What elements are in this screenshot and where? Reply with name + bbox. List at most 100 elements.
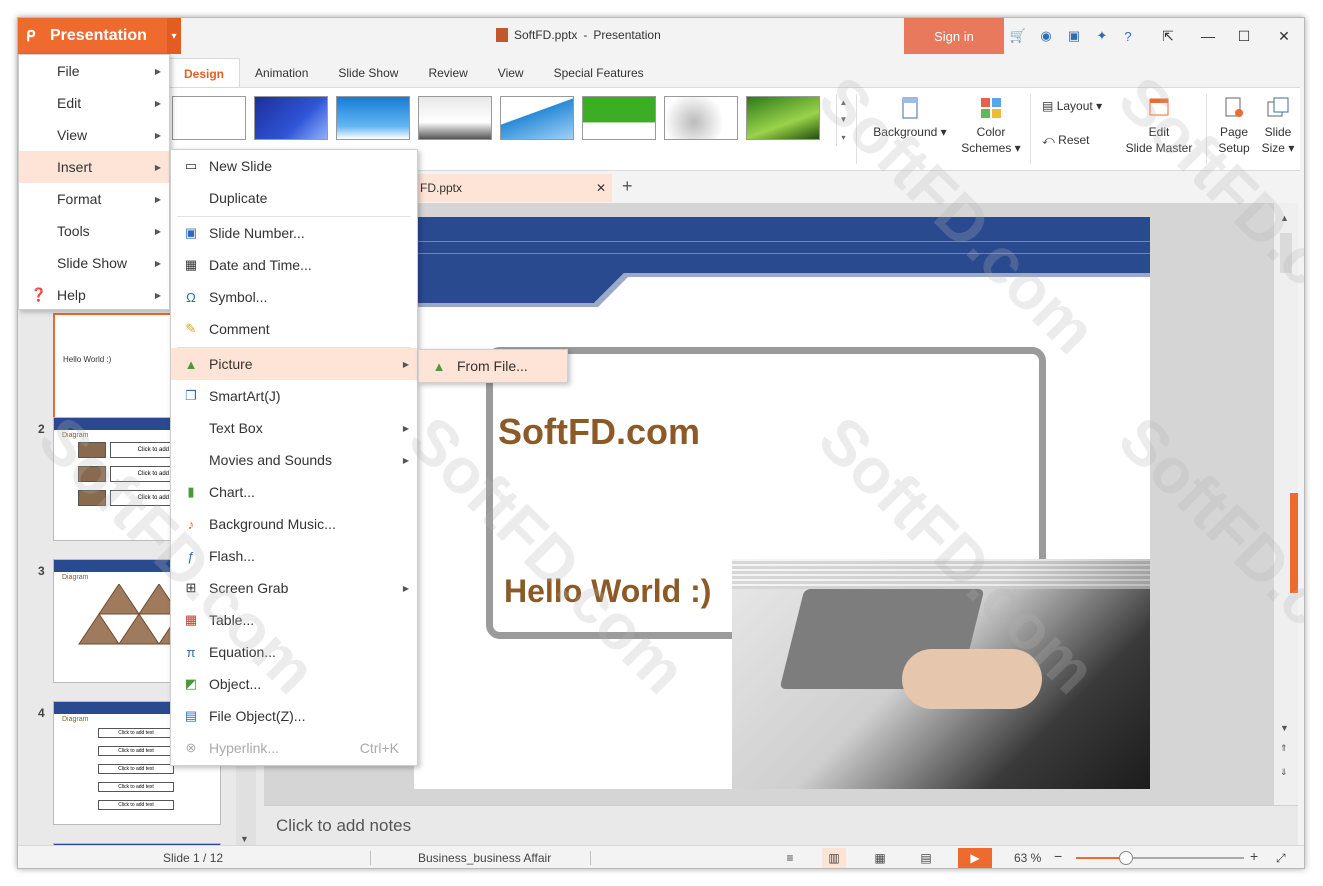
tab-view[interactable]: View bbox=[483, 58, 539, 88]
normal-view-icon[interactable]: ▥ bbox=[822, 848, 846, 868]
menu-item-duplicate[interactable]: Duplicate bbox=[171, 182, 417, 214]
new-tab-icon[interactable]: + bbox=[622, 176, 633, 197]
restore-ribbon-icon[interactable]: ⇱ bbox=[1158, 26, 1178, 46]
tab-slide-show[interactable]: Slide Show bbox=[323, 58, 413, 88]
design-thumb[interactable] bbox=[500, 96, 574, 140]
edit-slide-master-button[interactable]: Edit Slide Master bbox=[1118, 96, 1200, 156]
page-setup-button[interactable]: Page Setup bbox=[1212, 96, 1256, 156]
menu-item-edit[interactable]: Edit ▶ bbox=[19, 87, 169, 119]
design-thumb[interactable] bbox=[664, 96, 738, 140]
menu-item-flash[interactable]: ƒ Flash... bbox=[171, 540, 417, 572]
app-menu-dropdown[interactable]: ▾ bbox=[167, 18, 181, 54]
tab-review[interactable]: Review bbox=[413, 58, 482, 88]
gallery-expand-icon[interactable]: ▾ bbox=[841, 133, 845, 142]
menu-item-label: Symbol... bbox=[209, 289, 268, 305]
menu-item-table[interactable]: ▦ Table... bbox=[171, 604, 417, 636]
slide-canvas[interactable]: SoftFD.com Hello World :) bbox=[414, 217, 1150, 789]
menu-item-screen-grab[interactable]: ⊞ Screen Grab ▶ bbox=[171, 572, 417, 604]
notes-toggle-icon[interactable]: ≡ bbox=[778, 848, 802, 868]
layout-button[interactable]: ▤ Layout ▾ bbox=[1042, 98, 1102, 114]
panel-toggle-handle[interactable] bbox=[1290, 493, 1298, 593]
sync-icon[interactable]: ◉ bbox=[1038, 28, 1054, 44]
menu-item-comment[interactable]: ✎ Comment bbox=[171, 313, 417, 345]
submenu-arrow-icon: ▶ bbox=[154, 66, 161, 76]
menu-item-view[interactable]: View ▶ bbox=[19, 119, 169, 151]
tab-special-features[interactable]: Special Features bbox=[539, 58, 659, 88]
menu-item-background-music[interactable]: ♪ Background Music... bbox=[171, 508, 417, 540]
zoom-in-icon[interactable]: + bbox=[1250, 848, 1258, 864]
menu-item-label: Movies and Sounds bbox=[209, 452, 332, 468]
maximize-icon[interactable]: ☐ bbox=[1234, 26, 1254, 46]
bookmark-icon[interactable]: ▣ bbox=[1066, 28, 1082, 44]
menu-item-chart[interactable]: ▮ Chart... bbox=[171, 476, 417, 508]
menu-item-text-box[interactable]: Text Box ▶ bbox=[171, 412, 417, 444]
design-thumb[interactable] bbox=[336, 96, 410, 140]
zoom-slider-knob[interactable] bbox=[1119, 851, 1134, 865]
slide-photo[interactable] bbox=[732, 559, 1150, 789]
next-slide-icon[interactable]: ⇓ bbox=[1280, 767, 1288, 778]
menu-item-date-time[interactable]: ▦ Date and Time... bbox=[171, 249, 417, 281]
design-thumb[interactable] bbox=[172, 96, 246, 140]
design-thumb[interactable] bbox=[418, 96, 492, 140]
help-icon[interactable]: ? bbox=[1120, 28, 1136, 44]
menu-item-equation[interactable]: π Equation... bbox=[171, 636, 417, 668]
menu-item-smartart[interactable]: ❐ SmartArt(J) bbox=[171, 380, 417, 412]
app-menu-button[interactable]: ᑭ Presentation bbox=[18, 18, 180, 54]
close-icon[interactable]: ✕ bbox=[1274, 26, 1294, 46]
menu-item-file-object[interactable]: ▤ File Object(Z)... bbox=[171, 700, 417, 732]
menu-item-format[interactable]: Format ▶ bbox=[19, 183, 169, 215]
edit-master-label-2: Slide Master bbox=[1125, 141, 1193, 155]
reading-view-icon[interactable]: ▤ bbox=[914, 848, 938, 868]
design-thumb[interactable] bbox=[582, 96, 656, 140]
sign-in-button[interactable]: Sign in bbox=[904, 18, 1004, 54]
scroll-up-icon[interactable]: ▲ bbox=[1280, 213, 1289, 223]
design-thumb[interactable] bbox=[746, 96, 820, 140]
slide-size-button[interactable]: Slide Size ▾ bbox=[1256, 96, 1300, 156]
menu-item-insert[interactable]: Insert ▶ bbox=[19, 151, 169, 183]
fit-window-icon[interactable]: ⤢ bbox=[1276, 851, 1286, 866]
comment-icon: ✎ bbox=[185, 321, 197, 336]
background-button[interactable]: Background ▾ bbox=[868, 96, 952, 140]
reset-button[interactable]: ⤺ Reset bbox=[1042, 132, 1090, 148]
menu-item-hyperlink[interactable]: ⊗ Hyperlink... Ctrl+K bbox=[171, 732, 417, 764]
menu-item-file[interactable]: File ▶ bbox=[19, 55, 169, 87]
menu-item-slide-number[interactable]: ▣ Slide Number... bbox=[171, 217, 417, 249]
cart-icon[interactable]: 🛒 bbox=[1010, 28, 1026, 44]
zoom-level[interactable]: 63 % bbox=[1014, 851, 1041, 865]
previous-slide-icon[interactable]: ⇑ bbox=[1280, 743, 1288, 754]
screen-grab-icon: ⊞ bbox=[185, 580, 197, 595]
menu-item-label: File bbox=[57, 63, 80, 79]
gallery-scroll[interactable]: ▲ ▼ ▾ bbox=[836, 94, 850, 146]
slide-body-text[interactable]: Hello World :) bbox=[504, 573, 711, 610]
zoom-slider[interactable] bbox=[1076, 851, 1244, 865]
slideshow-play-button[interactable]: ▶ bbox=[958, 848, 992, 868]
menu-item-new-slide[interactable]: ▭ New Slide bbox=[171, 150, 417, 182]
editor-scrollbar[interactable]: ▲ ▼ ⇑ ⇓ bbox=[1274, 203, 1298, 805]
scroll-down-icon[interactable]: ▼ bbox=[840, 115, 848, 124]
menu-item-from-file[interactable]: ▲ From File... bbox=[419, 350, 567, 382]
slide-title[interactable]: SoftFD.com bbox=[498, 411, 700, 453]
scroll-down-icon[interactable]: ▼ bbox=[1280, 723, 1289, 733]
notes-pane[interactable]: Click to add notes bbox=[264, 805, 1298, 845]
close-tab-icon[interactable]: ✕ bbox=[596, 181, 606, 195]
menu-item-movies-sounds[interactable]: Movies and Sounds ▶ bbox=[171, 444, 417, 476]
menu-item-picture[interactable]: ▲ Picture ▶ bbox=[171, 348, 417, 380]
skin-icon[interactable]: ✦ bbox=[1094, 28, 1110, 44]
menu-item-tools[interactable]: Tools ▶ bbox=[19, 215, 169, 247]
slide-sorter-icon[interactable]: ▦ bbox=[868, 848, 892, 868]
zoom-out-icon[interactable]: − bbox=[1054, 848, 1062, 864]
design-thumb[interactable] bbox=[254, 96, 328, 140]
tab-design[interactable]: Design bbox=[168, 58, 241, 88]
menu-item-object[interactable]: ◩ Object... bbox=[171, 668, 417, 700]
scroll-down-icon[interactable]: ▼ bbox=[240, 834, 249, 844]
scroll-up-icon[interactable]: ▲ bbox=[840, 98, 848, 107]
tab-animation[interactable]: Animation bbox=[240, 58, 323, 88]
menu-item-slide-show[interactable]: Slide Show ▶ bbox=[19, 247, 169, 279]
menu-item-help[interactable]: ❓ Help ▶ bbox=[19, 279, 169, 311]
menu-item-label: File Object(Z)... bbox=[209, 708, 306, 724]
document-tab[interactable]: FD.pptx ✕ bbox=[416, 174, 612, 202]
color-schemes-button[interactable]: Color Schemes ▾ bbox=[956, 96, 1026, 156]
menu-item-symbol[interactable]: Ω Symbol... bbox=[171, 281, 417, 313]
minimize-icon[interactable]: — bbox=[1198, 26, 1218, 46]
scroll-thumb[interactable] bbox=[1280, 233, 1292, 273]
